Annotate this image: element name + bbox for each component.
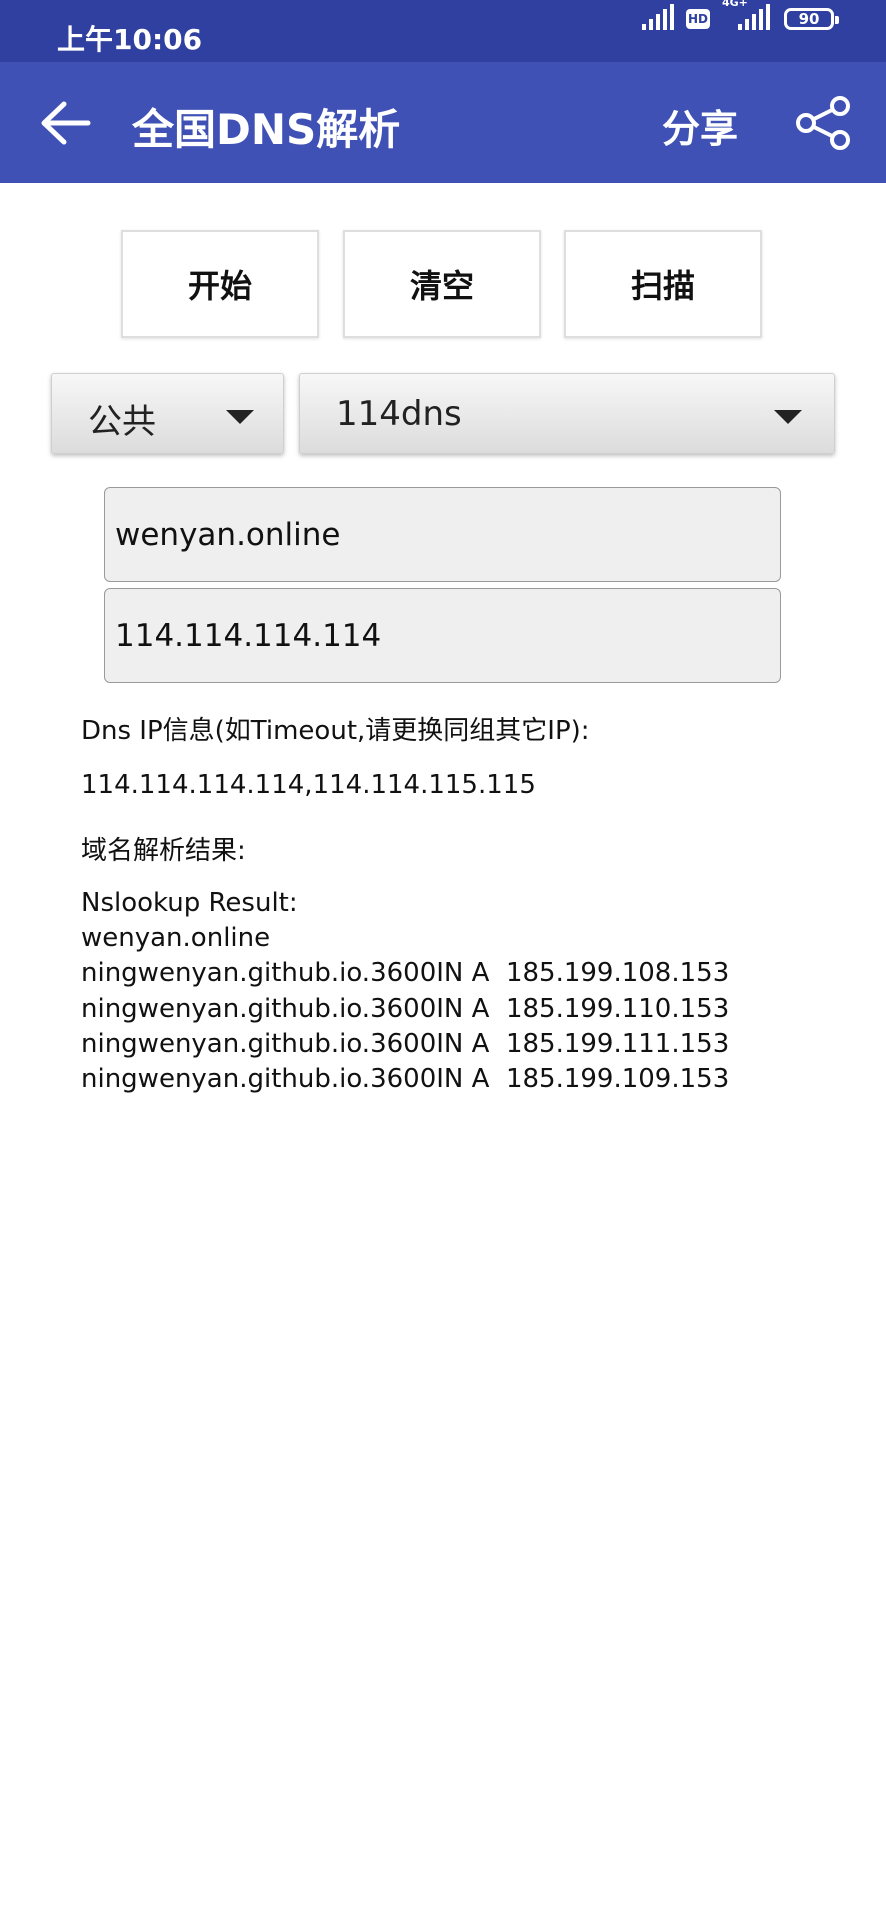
cell-signal-icon (642, 4, 674, 30)
group-dropdown[interactable]: 公共 (51, 373, 284, 454)
hd-icon: HD (686, 9, 710, 29)
page-title: 全国DNS解析 (132, 105, 401, 154)
nslookup-result: Nslookup Result: wenyan.online ningwenya… (81, 886, 729, 1097)
chevron-down-icon (226, 410, 254, 424)
status-time: 上午10:06 (57, 23, 203, 56)
dns-ip-list: 114.114.114.114,114.114.115.115 (81, 770, 536, 800)
result-line: ningwenyan.github.io.3600IN A 185.199.10… (81, 958, 730, 989)
chevron-down-icon (774, 410, 802, 424)
dns-ip-info-label: Dns IP信息(如Timeout,请更换同组其它IP): (81, 716, 590, 746)
back-arrow-icon[interactable] (36, 94, 94, 152)
start-button[interactable]: 开始 (121, 230, 319, 338)
clear-button[interactable]: 清空 (343, 230, 541, 338)
share-button[interactable]: 分享 (662, 98, 738, 153)
app-bar: 全国DNS解析 分享 (0, 62, 886, 183)
domain-input[interactable]: wenyan.online (104, 487, 781, 582)
provider-dropdown[interactable]: 114dns (299, 373, 835, 454)
provider-dropdown-value: 114dns (336, 394, 462, 434)
dns-server-input[interactable]: 114.114.114.114 (104, 588, 781, 683)
battery-icon: 90 (784, 8, 834, 30)
battery-tip (835, 16, 839, 24)
result-line: Nslookup Result: (81, 888, 298, 918)
result-line: wenyan.online (81, 923, 271, 954)
result-label: 域名解析结果: (81, 836, 246, 866)
result-line: ningwenyan.github.io.3600IN A 185.199.10… (81, 1064, 730, 1095)
result-line: ningwenyan.github.io.3600IN A 185.199.11… (81, 993, 730, 1024)
group-dropdown-value: 公共 (88, 402, 156, 442)
result-line: ningwenyan.github.io.3600IN A 185.199.11… (81, 1028, 730, 1059)
share-icon[interactable] (794, 94, 852, 152)
status-bar: 上午10:06 HD 4G+ 90 (0, 0, 886, 62)
scan-button[interactable]: 扫描 (564, 230, 762, 338)
cell-signal-2-icon (738, 4, 770, 30)
